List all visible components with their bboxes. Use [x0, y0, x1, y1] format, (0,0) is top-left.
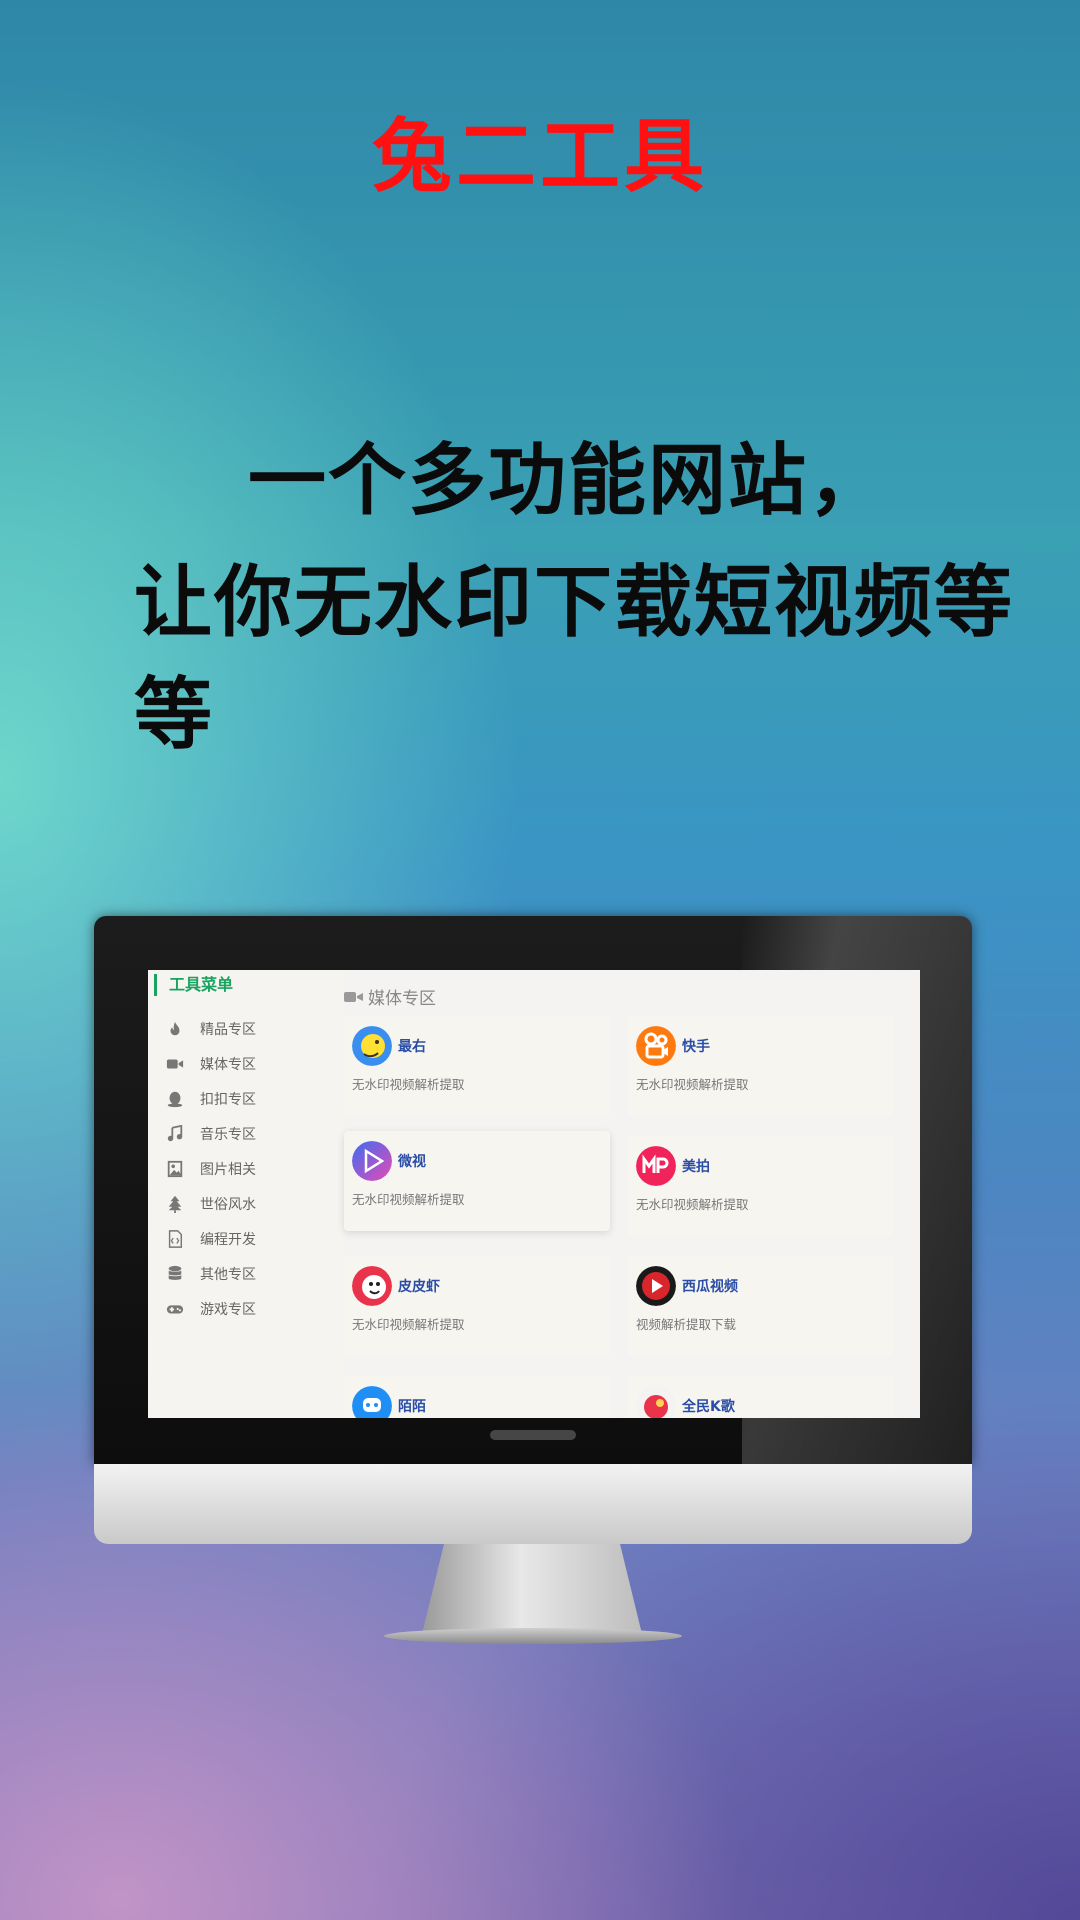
tool-card-desc: 无水印视频解析提取 — [636, 1077, 749, 1092]
music-note-icon — [164, 1123, 186, 1145]
tool-card-name: 美拍 — [682, 1159, 710, 1175]
media-section: 媒体专区 最右 无水印视频解析提取 快手 无水印视频解析提取 微视 无水印视频解… — [344, 970, 920, 1418]
menu-item-label: 其他专区 — [200, 1267, 256, 1283]
monitor-illustration: 工具菜单 精品专区 媒体专区 扣扣专区 音乐专区 图片相关 世俗风水 编程开发 … — [94, 916, 972, 1656]
code-file-icon — [164, 1228, 186, 1250]
tool-card-desc: 视频解析提取下载 — [636, 1317, 737, 1332]
tool-card-desc: 无水印视频解析提取 — [352, 1077, 465, 1092]
tool-card-name: 微视 — [398, 1154, 426, 1170]
menu-item-games[interactable]: 游戏专区 — [164, 1296, 324, 1322]
xigua-logo-icon — [636, 1266, 676, 1306]
tool-card-name: 西瓜视频 — [682, 1279, 738, 1295]
menu-item-programming[interactable]: 编程开发 — [164, 1226, 324, 1252]
momo-logo-icon — [352, 1386, 392, 1418]
monitor-stand-base — [384, 1628, 682, 1644]
tool-card-xigua[interactable]: 西瓜视频 视频解析提取下载 — [628, 1256, 894, 1356]
tool-menu-sidebar: 工具菜单 精品专区 媒体专区 扣扣专区 音乐专区 图片相关 世俗风水 编程开发 … — [148, 970, 332, 1418]
tool-card-name: 全民K歌 — [682, 1399, 735, 1415]
tree-icon — [164, 1193, 186, 1215]
monitor-chin — [94, 1464, 972, 1544]
tool-card-weishi[interactable]: 微视 无水印视频解析提取 — [344, 1131, 610, 1231]
tool-card-momo[interactable]: 陌陌 — [344, 1376, 610, 1418]
tool-card-name: 最右 — [398, 1039, 426, 1055]
slogan-line-1: 一个多功能网站， — [248, 436, 889, 526]
quanminkge-logo-icon — [636, 1386, 676, 1418]
menu-item-label: 图片相关 — [200, 1162, 256, 1178]
tool-card-quanminkge[interactable]: 全民K歌 — [628, 1376, 894, 1418]
menu-item-label: 游戏专区 — [200, 1302, 256, 1318]
tool-card-name: 快手 — [682, 1039, 710, 1055]
zuiyou-logo-icon — [352, 1026, 392, 1066]
menu-item-label: 编程开发 — [200, 1232, 256, 1248]
menu-item-label: 媒体专区 — [200, 1057, 256, 1073]
gamepad-icon — [164, 1298, 186, 1320]
fire-icon — [164, 1018, 186, 1040]
monitor-stand — [422, 1544, 642, 1634]
tool-card-name: 陌陌 — [398, 1399, 426, 1415]
menu-item-label: 扣扣专区 — [200, 1092, 256, 1108]
menu-item-images[interactable]: 图片相关 — [164, 1156, 324, 1182]
section-title: 媒体专区 — [344, 984, 436, 1009]
slogan-line-2: 让你无水印下载短视频等等 — [134, 558, 1015, 760]
meipai-logo-icon — [636, 1146, 676, 1186]
menu-item-qq[interactable]: 扣扣专区 — [164, 1086, 324, 1112]
menu-item-music[interactable]: 音乐专区 — [164, 1121, 324, 1147]
app-title: 兔二工具 — [372, 110, 708, 203]
menu-item-fengshui[interactable]: 世俗风水 — [164, 1191, 324, 1217]
menu-item-boutique[interactable]: 精品专区 — [164, 1016, 324, 1042]
video-camera-icon — [344, 991, 363, 1002]
menu-item-media[interactable]: 媒体专区 — [164, 1051, 324, 1077]
tool-card-pipixia[interactable]: 皮皮虾 无水印视频解析提取 — [344, 1256, 610, 1356]
video-camera-icon — [164, 1053, 186, 1075]
monitor-logo-icon — [490, 1430, 576, 1440]
tool-card-desc: 无水印视频解析提取 — [352, 1317, 465, 1332]
tool-card-kuaishou[interactable]: 快手 无水印视频解析提取 — [628, 1016, 894, 1116]
section-title-label: 媒体专区 — [368, 989, 436, 1009]
pipixia-logo-icon — [352, 1266, 392, 1306]
database-icon — [164, 1263, 186, 1285]
menu-item-label: 世俗风水 — [200, 1197, 256, 1213]
weishi-logo-icon — [352, 1141, 392, 1181]
tool-card-desc: 无水印视频解析提取 — [636, 1197, 749, 1212]
tool-card-zuiyou[interactable]: 最右 无水印视频解析提取 — [344, 1016, 610, 1116]
tool-card-name: 皮皮虾 — [398, 1279, 440, 1295]
penguin-icon — [164, 1088, 186, 1110]
kuaishou-logo-icon — [636, 1026, 676, 1066]
image-icon — [164, 1158, 186, 1180]
tool-card-meipai[interactable]: 美拍 无水印视频解析提取 — [628, 1136, 894, 1236]
monitor-screen: 工具菜单 精品专区 媒体专区 扣扣专区 音乐专区 图片相关 世俗风水 编程开发 … — [148, 970, 920, 1418]
menu-item-label: 音乐专区 — [200, 1127, 256, 1143]
tool-card-desc: 无水印视频解析提取 — [352, 1192, 465, 1207]
tool-menu-title: 工具菜单 — [154, 974, 233, 996]
menu-item-label: 精品专区 — [200, 1022, 256, 1038]
menu-item-other[interactable]: 其他专区 — [164, 1261, 324, 1287]
